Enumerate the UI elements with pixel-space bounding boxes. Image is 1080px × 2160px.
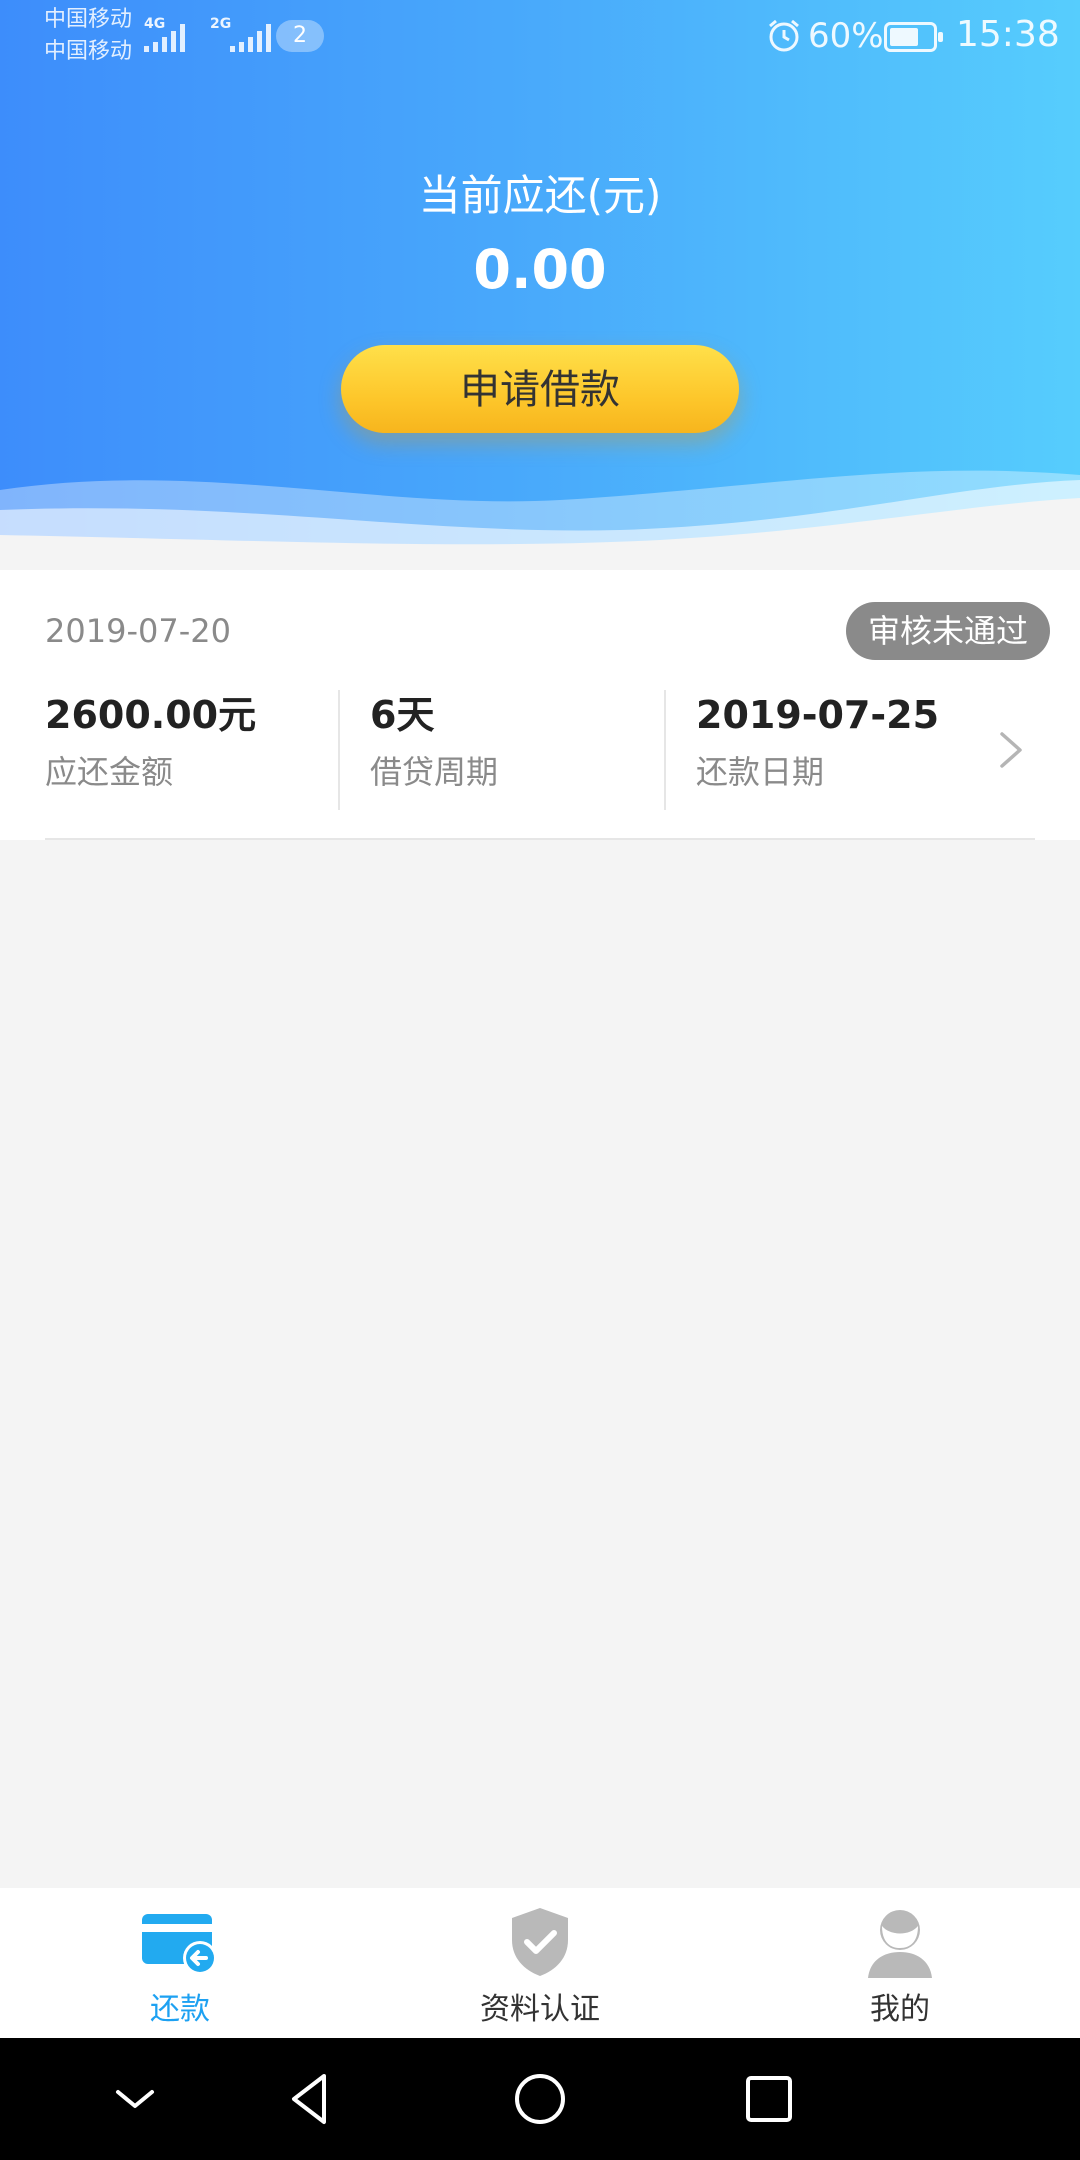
divider [664,690,666,810]
divider [338,690,340,810]
network-type-2: 2G [210,16,232,32]
system-nav-bar [0,2038,1080,2160]
chevron-right-icon[interactable] [996,728,1026,772]
tab-mine-label: 我的 [870,1992,930,2027]
wave-decoration [0,470,1080,570]
signal-icon-1 [144,24,185,52]
battery-percent: 60% [808,16,884,56]
repay-card-icon [142,1914,217,1975]
carrier-2: 中国移动 [44,39,133,64]
sim-badge: 2 [276,20,324,52]
tab-repay-label: 还款 [150,1992,210,2027]
back-icon[interactable] [276,2066,342,2132]
apply-loan-button[interactable]: 申请借款 [341,345,739,433]
status-badge: 审核未通过 [846,602,1050,660]
loan-record-card[interactable]: 2019-07-20 审核未通过 2600.00元 应还金额 6天 借贷周期 2… [0,570,1080,840]
shield-check-icon [512,1908,568,1976]
stat-period-label: 借贷周期 [370,753,499,791]
carrier-1: 中国移动 [44,7,133,32]
home-icon[interactable] [507,2066,573,2132]
loan-date: 2019-07-20 [45,612,231,650]
stat-amount: 2600.00元 应还金额 [45,692,256,792]
tab-verification-label: 资料认证 [480,1992,600,2027]
stat-due-date-value: 2019-07-25 [696,693,940,737]
due-label: 当前应还(元) [418,171,662,220]
bottom-tab-bar: 还款 资料认证 我的 [0,1888,1080,2038]
alarm-icon [769,19,799,52]
stat-due-date: 2019-07-25 还款日期 [696,692,939,792]
stat-amount-value: 2600.00元 [45,693,257,737]
due-amount: 0.00 [473,238,607,301]
signal-icon-2 [230,24,271,52]
recents-icon[interactable] [736,2066,802,2132]
user-avatar-icon [868,1910,932,1978]
stat-due-date-label: 还款日期 [696,753,825,791]
stat-amount-label: 应还金额 [45,753,174,791]
stat-period: 6天 借贷周期 [370,692,498,792]
tab-mine[interactable]: 我的 [720,1888,1080,2038]
status-bar: 中国移动 中国移动 4G 2G 2 60% 15:38 [0,0,1080,72]
card-divider [45,838,1035,840]
status-time: 15:38 [956,14,1060,55]
hide-nav-icon[interactable] [102,2066,168,2132]
header-banner: 中国移动 中国移动 4G 2G 2 60% 15:38 当前应还(元) 0.00… [0,0,1080,570]
tab-verification[interactable]: 资料认证 [360,1888,720,2038]
tab-repay[interactable]: 还款 [0,1888,360,2038]
stat-period-value: 6天 [370,693,435,737]
battery-icon [884,22,943,52]
